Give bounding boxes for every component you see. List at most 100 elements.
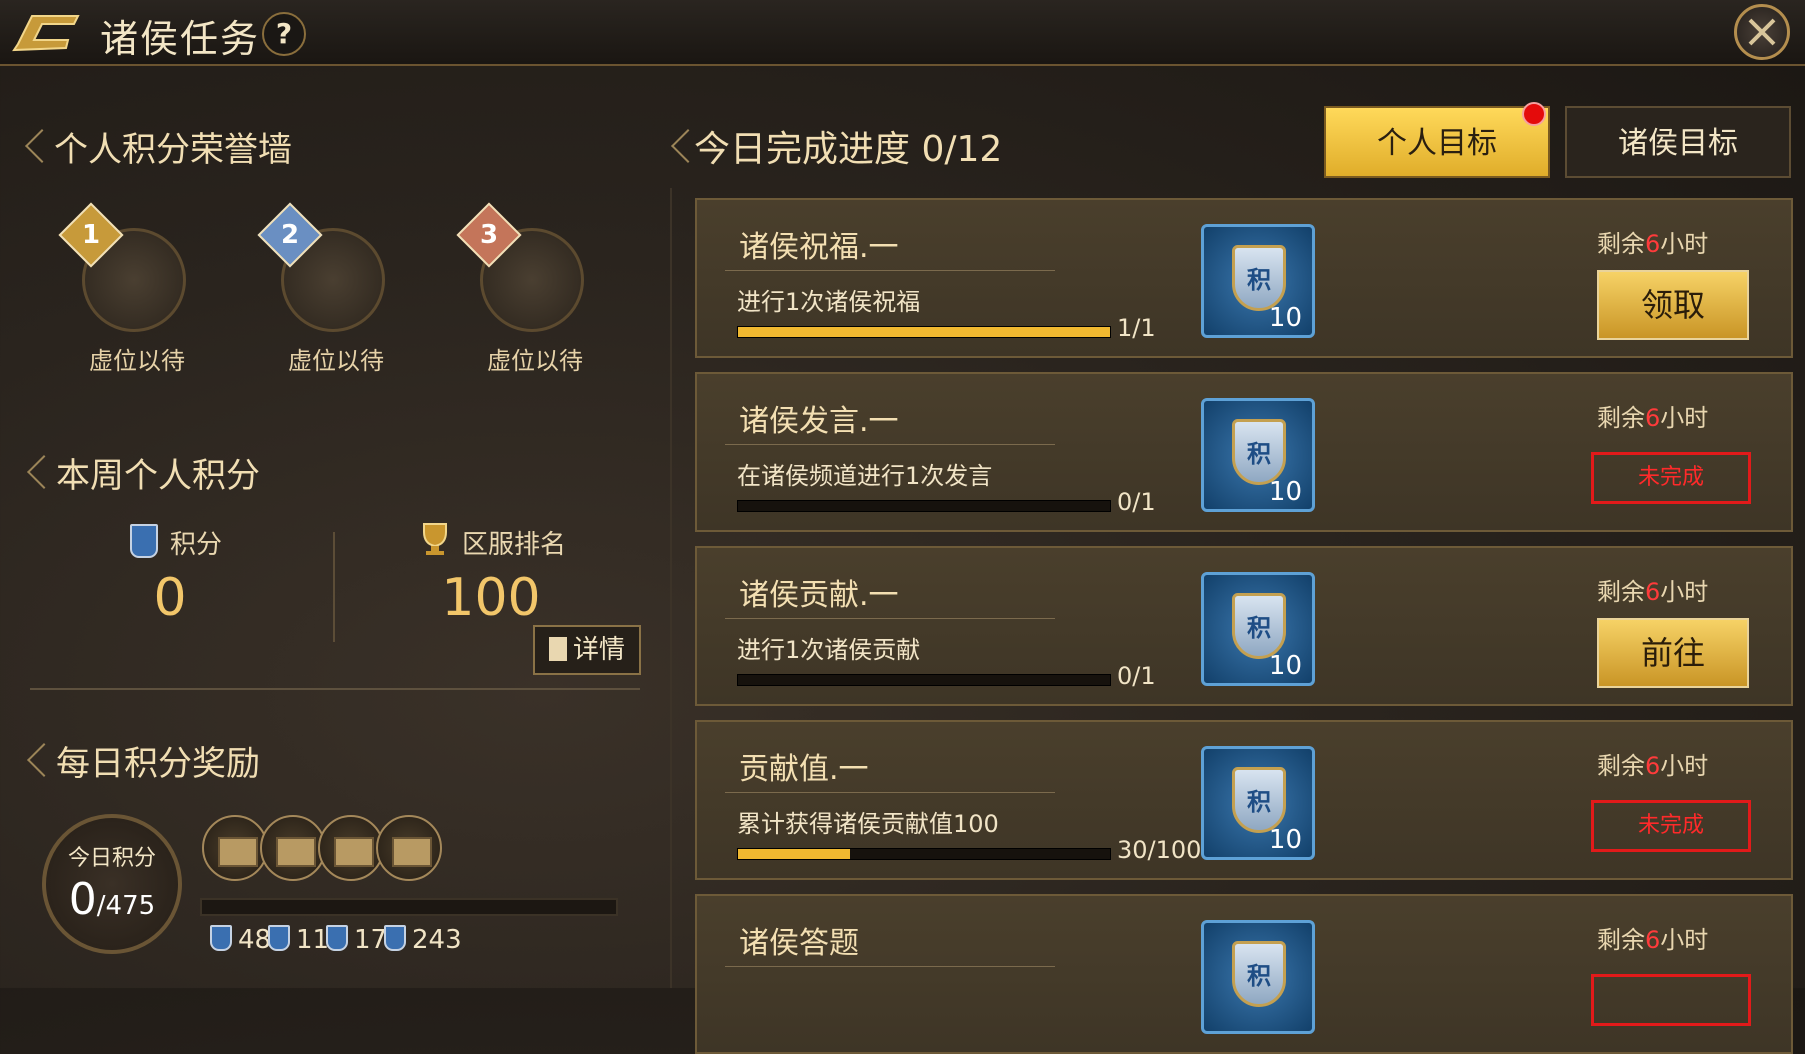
reward-item[interactable]: 积 10	[1201, 398, 1315, 512]
task-divider	[725, 270, 1055, 271]
reward-chest-2[interactable]	[260, 815, 326, 881]
page-title: 诸侯任务	[100, 17, 261, 61]
points-shield-icon: 积	[1232, 767, 1286, 833]
header-bar: 诸侯任务 ?	[0, 0, 1805, 66]
task-progress-text: 1/1	[1117, 314, 1156, 342]
tab-lords-goals[interactable]: 诸侯目标	[1565, 106, 1791, 178]
time-remaining: 剩余6小时	[1597, 404, 1709, 432]
time-remaining: 剩余6小时	[1597, 578, 1709, 606]
task-progress-bar	[737, 674, 1111, 686]
points-shield-icon	[384, 925, 406, 951]
close-button[interactable]	[1734, 4, 1790, 60]
rank-slot-1[interactable]: 1 虚位以待	[58, 202, 262, 378]
points-shield-icon: 积	[1232, 941, 1286, 1007]
task-progress-fill	[738, 327, 1110, 337]
task-divider	[725, 966, 1055, 967]
chest-icon	[276, 837, 316, 867]
chest-icon	[334, 837, 374, 867]
reward-count: 10	[1268, 303, 1302, 333]
task-description: 累计获得诸侯贡献值100	[737, 810, 999, 838]
reward-count: 10	[1268, 477, 1302, 507]
points-label: 积分	[170, 530, 223, 560]
reward-chest-3[interactable]	[318, 815, 384, 881]
time-remaining: 剩余6小时	[1597, 926, 1709, 954]
points-shield-icon: 积	[1232, 245, 1286, 311]
rank-label: 虚位以待	[288, 347, 384, 375]
points-shield-icon	[130, 524, 158, 558]
milestone-4: 243	[384, 925, 462, 955]
column-separator	[670, 188, 672, 988]
points-shield-icon	[210, 925, 232, 951]
back-arrow-icon	[12, 15, 80, 52]
daily-progress-track	[200, 898, 618, 916]
reward-item[interactable]: 积 10	[1201, 572, 1315, 686]
task-description: 进行1次诸侯祝福	[737, 288, 921, 316]
rank-slot-2[interactable]: 2 虚位以待	[257, 202, 461, 378]
task-card: 贡献值.一 累计获得诸侯贡献值100 30/100 积 10 剩余6小时 未完成	[695, 720, 1793, 880]
rank-label: 虚位以待	[89, 347, 185, 375]
go-button[interactable]: 前往	[1597, 618, 1749, 688]
reward-count: 10	[1268, 651, 1302, 681]
weekly-title: 本周个人积分	[56, 456, 260, 496]
today-points-circle: 今日积分 0/475	[42, 814, 182, 954]
task-progress-bar	[737, 848, 1111, 860]
task-divider	[725, 792, 1055, 793]
rank-label: 区服排名	[462, 530, 567, 560]
today-points-label: 今日积分	[67, 846, 156, 871]
task-name: 诸侯祝福.一	[739, 230, 899, 265]
task-divider	[725, 444, 1055, 445]
document-icon	[549, 637, 567, 661]
incomplete-status: 未完成	[1591, 452, 1751, 504]
today-points-value: 0/475	[68, 874, 156, 925]
task-card: 诸侯答题 积 剩余6小时	[695, 894, 1793, 1054]
help-button[interactable]: ?	[262, 12, 306, 56]
details-button[interactable]: 详情	[533, 625, 641, 675]
daily-title: 每日积分奖励	[56, 744, 260, 784]
points-value: 0	[153, 568, 187, 628]
tab-personal-goals[interactable]: 个人目标	[1324, 106, 1550, 178]
task-name: 诸侯答题	[739, 926, 859, 961]
rank-label: 虚位以待	[487, 347, 583, 375]
claim-button[interactable]: 领取	[1597, 270, 1749, 340]
task-name: 诸侯发言.一	[739, 404, 899, 439]
task-progress-text: 0/1	[1117, 662, 1156, 690]
task-progress-fill	[738, 849, 850, 859]
task-progress-bar	[737, 500, 1111, 512]
trophy-icon	[423, 523, 447, 555]
task-card: 诸侯发言.一 在诸侯频道进行1次发言 0/1 积 10 剩余6小时 未完成	[695, 372, 1793, 532]
rank-slot-3[interactable]: 3 虚位以待	[456, 202, 660, 378]
time-remaining: 剩余6小时	[1597, 752, 1709, 780]
honor-wall-title: 个人积分荣誉墙	[54, 130, 292, 170]
task-description: 进行1次诸侯贡献	[737, 636, 921, 664]
task-description: 在诸侯频道进行1次发言	[737, 462, 993, 490]
incomplete-status	[1591, 974, 1751, 1026]
task-card: 诸侯祝福.一 进行1次诸侯祝福 1/1 积 10 剩余6小时 领取	[695, 198, 1793, 358]
chest-icon	[218, 837, 258, 867]
points-shield-icon: 积	[1232, 419, 1286, 485]
chest-icon	[392, 837, 432, 867]
reward-chest-1[interactable]	[202, 815, 268, 881]
notification-dot	[1522, 102, 1546, 126]
task-progress-text: 0/1	[1117, 488, 1156, 516]
reward-item[interactable]: 积 10	[1201, 224, 1315, 338]
time-remaining: 剩余6小时	[1597, 230, 1709, 258]
rank-value: 100	[441, 568, 541, 628]
section-divider	[30, 688, 640, 690]
reward-item[interactable]: 积	[1201, 920, 1315, 1034]
stat-divider	[333, 532, 335, 642]
task-name: 贡献值.一	[739, 752, 869, 787]
incomplete-status: 未完成	[1591, 800, 1751, 852]
task-name: 诸侯贡献.一	[739, 578, 899, 613]
milestone-1: 48	[210, 925, 271, 955]
task-progress-bar	[737, 326, 1111, 338]
reward-count: 10	[1268, 825, 1302, 855]
reward-item[interactable]: 积 10	[1201, 746, 1315, 860]
task-divider	[725, 618, 1055, 619]
points-shield-icon: 积	[1232, 593, 1286, 659]
daily-progress-title: 今日完成进度 0/12	[694, 129, 1003, 170]
reward-chest-4[interactable]	[376, 815, 442, 881]
back-button[interactable]	[8, 10, 82, 54]
task-progress-text: 30/100	[1117, 836, 1202, 864]
close-icon	[1748, 18, 1776, 46]
points-shield-icon	[268, 925, 290, 951]
